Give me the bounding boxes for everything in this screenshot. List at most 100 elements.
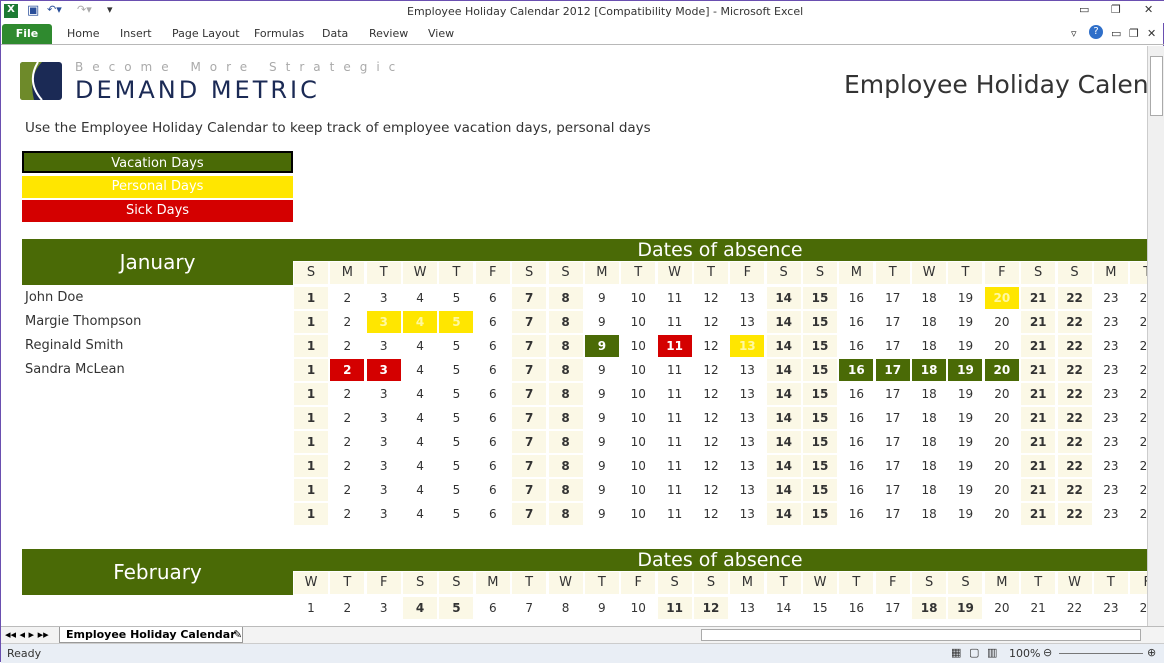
day-cell[interactable]: 11 bbox=[658, 503, 692, 525]
day-cell[interactable]: 10 bbox=[621, 407, 655, 429]
day-cell[interactable]: 1 bbox=[294, 503, 328, 525]
day-cell-vacation[interactable]: 17 bbox=[875, 359, 910, 381]
day-cell[interactable]: 24 bbox=[1130, 287, 1147, 309]
day-cell[interactable]: 11 bbox=[658, 383, 692, 405]
day-cell[interactable]: 6 bbox=[476, 597, 510, 619]
day-cell[interactable]: 21 bbox=[1021, 407, 1056, 429]
day-cell[interactable]: 20 bbox=[985, 407, 1019, 429]
day-cell[interactable]: 24 bbox=[1130, 503, 1147, 525]
day-cell[interactable]: 21 bbox=[1021, 597, 1055, 619]
day-cell[interactable]: 3 bbox=[367, 383, 401, 405]
day-cell[interactable]: 2 bbox=[330, 335, 364, 357]
day-cell[interactable]: 18 bbox=[912, 479, 946, 501]
day-cell[interactable]: 12 bbox=[694, 335, 728, 357]
day-cell[interactable]: 12 bbox=[694, 455, 728, 477]
day-cell[interactable]: 13 bbox=[730, 359, 764, 381]
tab-review[interactable]: Review bbox=[369, 27, 408, 40]
day-cell[interactable]: 24 bbox=[1130, 335, 1147, 357]
day-cell[interactable]: 10 bbox=[621, 503, 655, 525]
save-icon[interactable]: ▣ bbox=[27, 3, 39, 18]
day-cell[interactable]: 21 bbox=[1021, 383, 1056, 405]
day-cell[interactable]: 14 bbox=[766, 311, 801, 333]
day-cell[interactable]: 1 bbox=[294, 431, 328, 453]
day-cell[interactable]: 16 bbox=[839, 287, 873, 309]
worksheet[interactable]: Become More Strategic DEMAND METRIC Empl… bbox=[1, 46, 1147, 626]
day-cell[interactable]: 21 bbox=[1021, 431, 1056, 453]
day-cell[interactable]: 6 bbox=[476, 383, 510, 405]
day-cell[interactable]: 15 bbox=[803, 455, 838, 477]
customize-toolbar-icon[interactable]: ▾ bbox=[107, 3, 113, 16]
day-cell[interactable]: 18 bbox=[912, 407, 946, 429]
day-cell[interactable]: 19 bbox=[948, 335, 982, 357]
day-cell[interactable]: 13 bbox=[730, 311, 764, 333]
day-cell[interactable]: 1 bbox=[294, 479, 328, 501]
page-break-view-icon[interactable]: ▥ bbox=[987, 646, 997, 659]
day-cell[interactable]: 22 bbox=[1057, 287, 1092, 309]
vertical-scrollbar[interactable] bbox=[1147, 46, 1164, 626]
day-cell[interactable]: 14 bbox=[767, 597, 801, 619]
day-cell[interactable]: 3 bbox=[367, 407, 401, 429]
day-cell[interactable]: 7 bbox=[512, 359, 547, 381]
day-cell[interactable]: 21 bbox=[1021, 455, 1056, 477]
day-cell[interactable]: 8 bbox=[548, 407, 583, 429]
day-cell[interactable]: 17 bbox=[876, 335, 910, 357]
day-cell[interactable]: 4 bbox=[403, 455, 437, 477]
day-cell[interactable]: 13 bbox=[730, 455, 764, 477]
day-cell[interactable]: 16 bbox=[839, 407, 873, 429]
day-cell[interactable]: 20 bbox=[985, 479, 1019, 501]
day-cell[interactable]: 19 bbox=[948, 431, 982, 453]
day-cell-vacation[interactable]: 20 bbox=[984, 359, 1019, 381]
day-cell-personal[interactable]: 5 bbox=[439, 311, 474, 333]
day-cell[interactable]: 9 bbox=[585, 479, 619, 501]
day-cell[interactable]: 15 bbox=[803, 597, 837, 619]
sheet-tab-employee-holiday-calendar[interactable]: Employee Holiday Calendar bbox=[59, 627, 243, 643]
day-cell[interactable]: 13 bbox=[730, 287, 764, 309]
day-cell[interactable]: 20 bbox=[985, 335, 1019, 357]
tab-home[interactable]: Home bbox=[67, 27, 99, 40]
day-cell[interactable]: 15 bbox=[803, 431, 838, 453]
day-cell[interactable]: 3 bbox=[367, 287, 401, 309]
day-cell[interactable]: 7 bbox=[512, 479, 547, 501]
day-cell[interactable]: 10 bbox=[621, 455, 655, 477]
day-cell[interactable]: 23 bbox=[1094, 311, 1128, 333]
day-cell[interactable]: 21 bbox=[1021, 287, 1056, 309]
sheet-nav-arrows[interactable]: ◂◂ ◂ ▸ ▸▸ bbox=[5, 628, 49, 641]
day-cell[interactable]: 12 bbox=[694, 431, 728, 453]
scroll-thumb[interactable] bbox=[1150, 56, 1163, 116]
day-cell[interactable]: 17 bbox=[876, 431, 910, 453]
day-cell[interactable]: 1 bbox=[294, 407, 328, 429]
day-cell[interactable]: 9 bbox=[585, 287, 619, 309]
day-cell[interactable]: 23 bbox=[1094, 455, 1128, 477]
day-cell[interactable]: 11 bbox=[658, 287, 692, 309]
page-layout-view-icon[interactable]: ▢ bbox=[969, 646, 979, 659]
day-cell[interactable]: 3 bbox=[367, 455, 401, 477]
day-cell[interactable]: 20 bbox=[985, 383, 1019, 405]
day-cell[interactable]: 16 bbox=[839, 455, 873, 477]
day-cell[interactable]: 15 bbox=[803, 407, 838, 429]
day-cell[interactable]: 4 bbox=[403, 287, 437, 309]
day-cell[interactable]: 14 bbox=[766, 503, 801, 525]
zoom-slider[interactable] bbox=[1059, 653, 1143, 654]
day-cell[interactable]: 17 bbox=[876, 597, 910, 619]
day-cell[interactable]: 12 bbox=[694, 383, 728, 405]
day-cell[interactable]: 18 bbox=[912, 597, 947, 619]
day-cell[interactable]: 4 bbox=[403, 383, 437, 405]
day-cell-vacation[interactable]: 16 bbox=[839, 359, 874, 381]
day-cell[interactable]: 8 bbox=[548, 359, 583, 381]
day-cell[interactable]: 7 bbox=[512, 455, 547, 477]
day-cell[interactable]: 8 bbox=[548, 383, 583, 405]
day-cell[interactable]: 5 bbox=[439, 407, 473, 429]
day-cell[interactable]: 9 bbox=[585, 407, 619, 429]
zoom-level[interactable]: 100% bbox=[1009, 647, 1040, 660]
day-cell[interactable]: 2 bbox=[330, 597, 364, 619]
day-cell[interactable]: 24 bbox=[1130, 359, 1147, 381]
day-cell[interactable]: 1 bbox=[294, 455, 328, 477]
day-cell[interactable]: 21 bbox=[1021, 479, 1056, 501]
day-cell[interactable]: 23 bbox=[1094, 383, 1128, 405]
day-cell[interactable]: 18 bbox=[912, 503, 946, 525]
day-cell[interactable]: 21 bbox=[1021, 359, 1056, 381]
day-cell[interactable]: 20 bbox=[985, 311, 1019, 333]
day-cell[interactable]: 14 bbox=[766, 359, 801, 381]
day-cell[interactable]: 5 bbox=[439, 287, 473, 309]
day-cell[interactable]: 13 bbox=[730, 383, 764, 405]
